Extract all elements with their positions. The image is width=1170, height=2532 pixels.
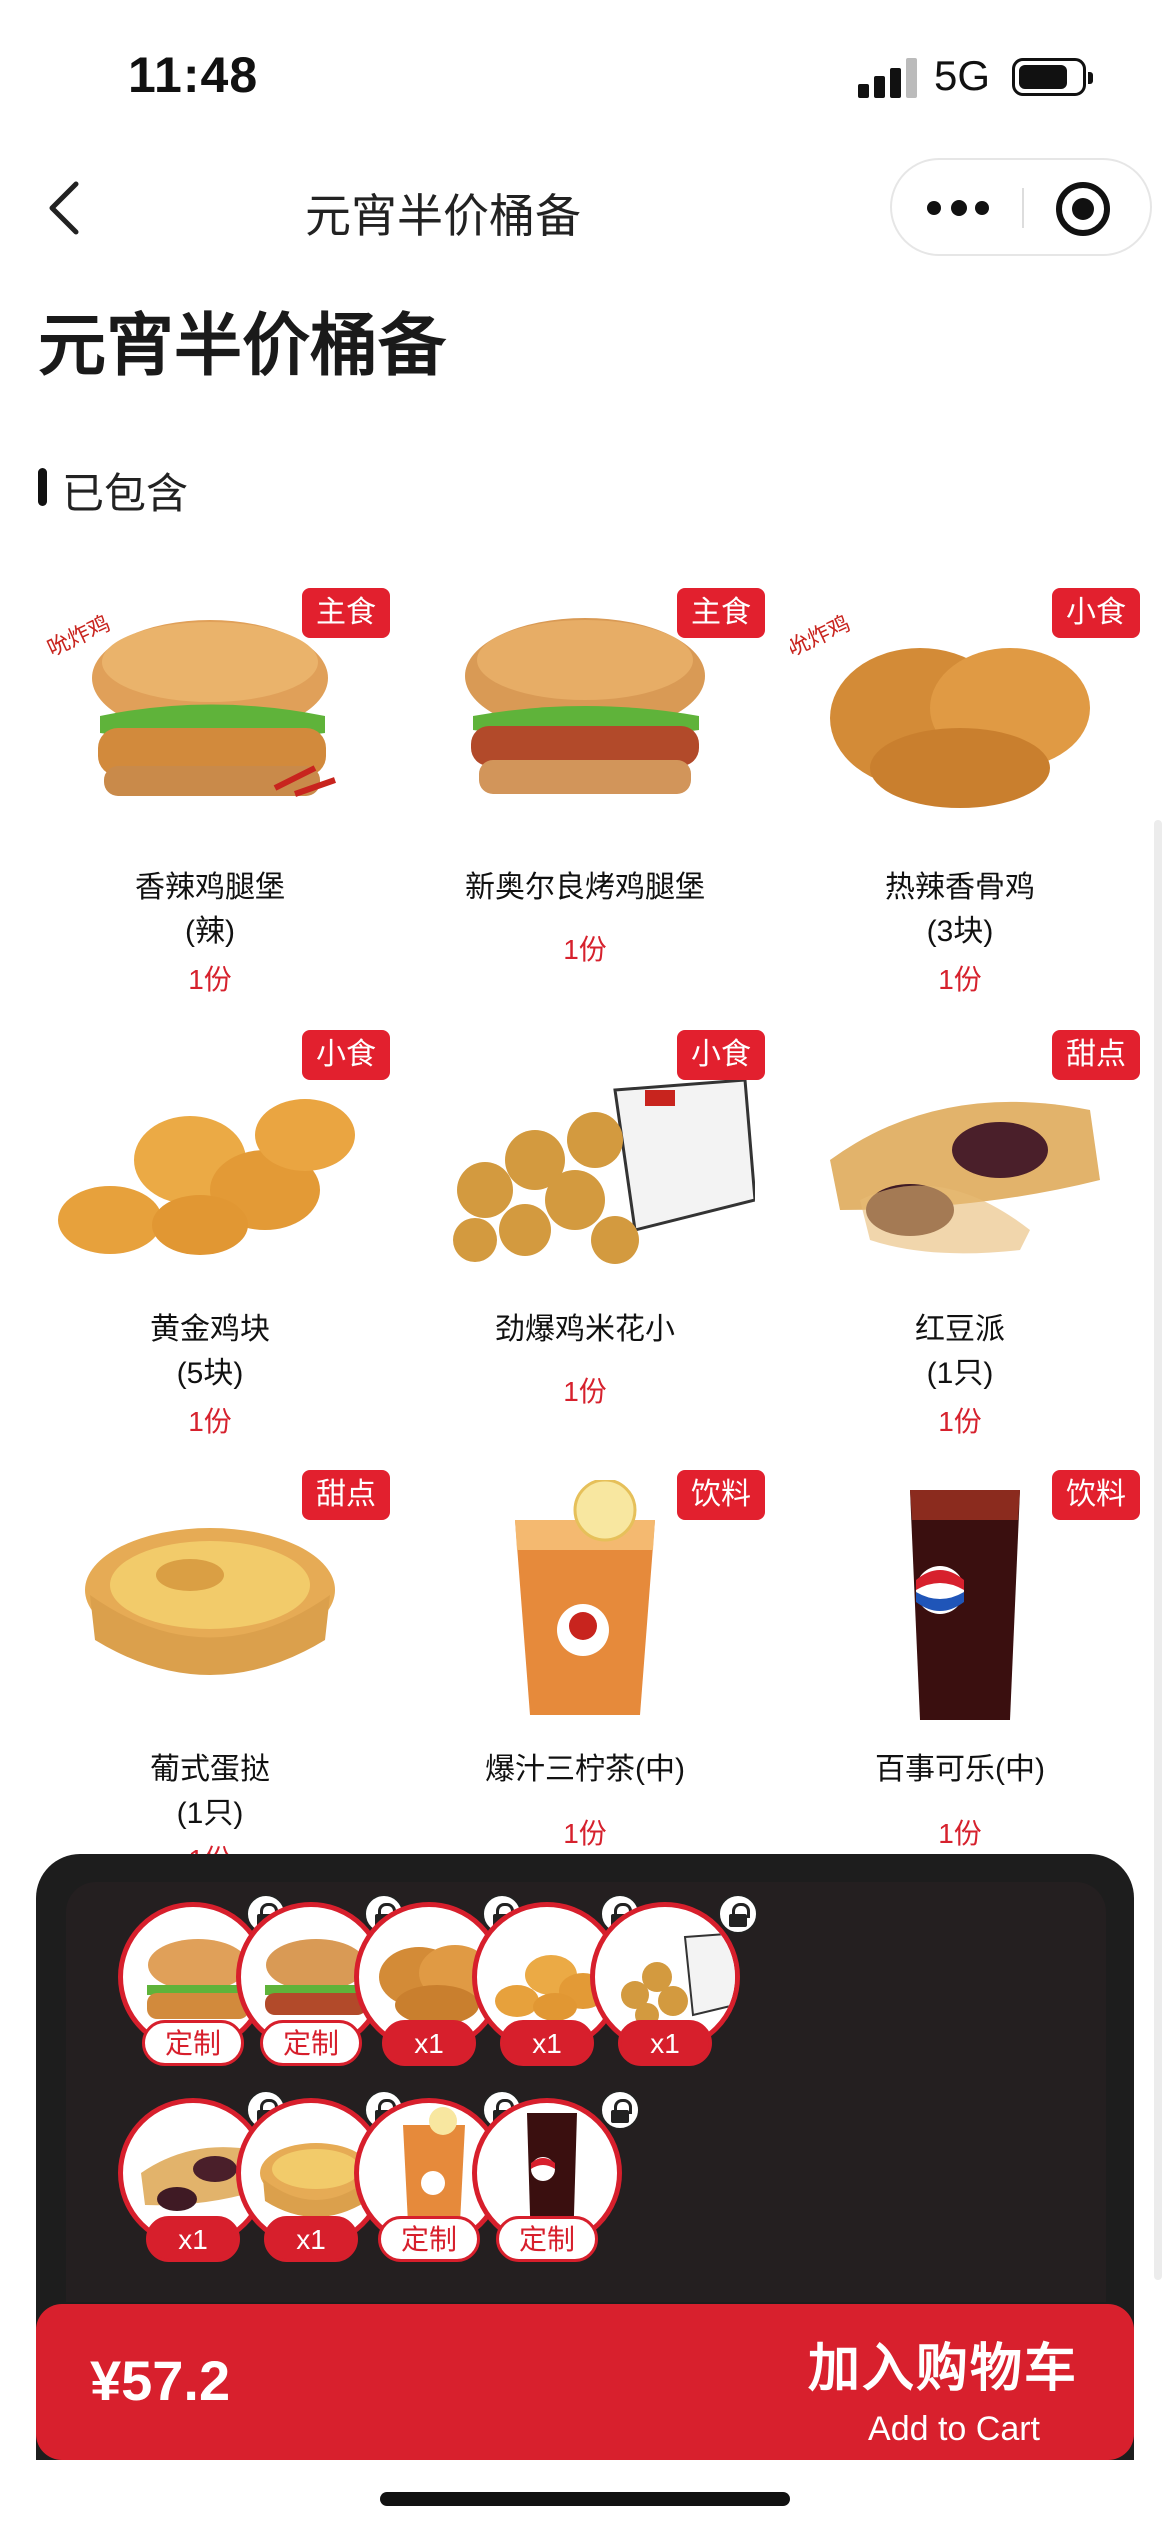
product-name: 新奥尔良烤鸡腿堡: [465, 871, 705, 904]
product-name: 爆汁三柠茶(中): [485, 1753, 685, 1786]
quantity-badge[interactable]: x1: [500, 2020, 594, 2066]
back-button[interactable]: [40, 178, 90, 238]
network-type: 5G: [934, 52, 991, 99]
add-to-cart-label: 加入购物车: [807, 2340, 1078, 2398]
quantity-badge[interactable]: x1: [618, 2020, 712, 2066]
product-name: 香辣鸡腿堡: [135, 871, 285, 904]
product-card[interactable]: 甜点 红豆派 (1只) 1份: [780, 1030, 1140, 1470]
product-name: 百事可乐(中): [875, 1753, 1045, 1786]
product-qty: 1份: [563, 1376, 607, 1407]
capsule-divider: [1022, 188, 1024, 228]
product-card[interactable]: 小食 黄金鸡块 (5块) 1份: [30, 1030, 390, 1470]
product-card[interactable]: 吮炸鸡 主食 香辣鸡腿堡 (辣) 1份: [30, 588, 390, 1028]
status-bar: 11:48 5G: [0, 0, 1170, 150]
add-to-cart-button[interactable]: ¥57.2 加入购物车 Add to Cart: [36, 2304, 1134, 2460]
product-qty: 1份: [188, 1406, 232, 1437]
quantity-badge[interactable]: x1: [146, 2216, 240, 2262]
product-spec: (1只): [176, 1797, 244, 1830]
more-button[interactable]: [927, 160, 1027, 256]
home-indicator[interactable]: [380, 2492, 790, 2506]
quantity-badge[interactable]: x1: [264, 2216, 358, 2262]
section-label: 已包含: [38, 460, 188, 521]
tray-slot[interactable]: 定制: [472, 2090, 640, 2262]
category-tag: 小食: [1052, 588, 1140, 638]
close-mini-program-button[interactable]: [1052, 178, 1114, 240]
battery-icon: [1012, 58, 1093, 96]
product-card[interactable]: 小食 劲爆鸡米花小 1份: [405, 1030, 765, 1470]
product-name: 红豆派: [915, 1313, 1005, 1346]
product-qty: 1份: [563, 1818, 607, 1849]
scrollbar[interactable]: [1154, 820, 1162, 2280]
chevron-left-icon: [49, 181, 79, 235]
category-tag: 小食: [677, 1030, 765, 1080]
add-to-cart-sublabel: Add to Cart: [868, 2410, 1040, 2448]
category-tag: 主食: [677, 588, 765, 638]
category-tag: 甜点: [1052, 1030, 1140, 1080]
customize-button[interactable]: 定制: [260, 2020, 362, 2066]
product-spec: (3块): [926, 915, 994, 948]
product-spec: (辣): [185, 915, 235, 948]
category-tag: 饮料: [677, 1470, 765, 1520]
category-tag: 主食: [302, 588, 390, 638]
product-name: 劲爆鸡米花小: [495, 1313, 675, 1346]
page-title: 元宵半价桶备: [38, 308, 447, 384]
signal-icon: [858, 58, 918, 98]
quantity-badge[interactable]: x1: [382, 2020, 476, 2066]
product-qty: 1份: [938, 964, 982, 995]
lock-icon: [600, 2090, 640, 2130]
nav-title: 元宵半价桶备: [305, 190, 581, 242]
product-name: 葡式蛋挞: [150, 1753, 270, 1786]
product-qty: 1份: [188, 964, 232, 995]
category-tag: 饮料: [1052, 1470, 1140, 1520]
status-time: 11:48: [128, 47, 259, 103]
product-card[interactable]: 吮炸鸡 小食 热辣香骨鸡 (3块) 1份: [780, 588, 1140, 1028]
product-spec: (1只): [926, 1357, 994, 1390]
product-spec: (5块): [176, 1357, 244, 1390]
tray-slot[interactable]: x1: [590, 1894, 758, 2066]
product-name: 热辣香骨鸡: [885, 871, 1035, 904]
mini-program-capsule: [890, 158, 1152, 256]
product-qty: 1份: [938, 1406, 982, 1437]
customize-button[interactable]: 定制: [378, 2216, 480, 2262]
customize-button[interactable]: 定制: [142, 2020, 244, 2066]
product-qty: 1份: [563, 934, 607, 965]
selection-tray-inner: 定制 定制 x1 x1 x1 x1 x1 定制 定制: [66, 1882, 1106, 2302]
svg-text:吮炸鸡: 吮炸鸡: [790, 610, 854, 661]
product-name: 黄金鸡块: [150, 1313, 270, 1346]
total-price: ¥57.2: [90, 2349, 231, 2412]
product-card[interactable]: 主食 新奥尔良烤鸡腿堡 1份: [405, 588, 765, 1028]
category-tag: 小食: [302, 1030, 390, 1080]
customize-button[interactable]: 定制: [496, 2216, 598, 2262]
lock-icon: [718, 1894, 758, 1934]
category-tag: 甜点: [302, 1470, 390, 1520]
product-qty: 1份: [938, 1818, 982, 1849]
